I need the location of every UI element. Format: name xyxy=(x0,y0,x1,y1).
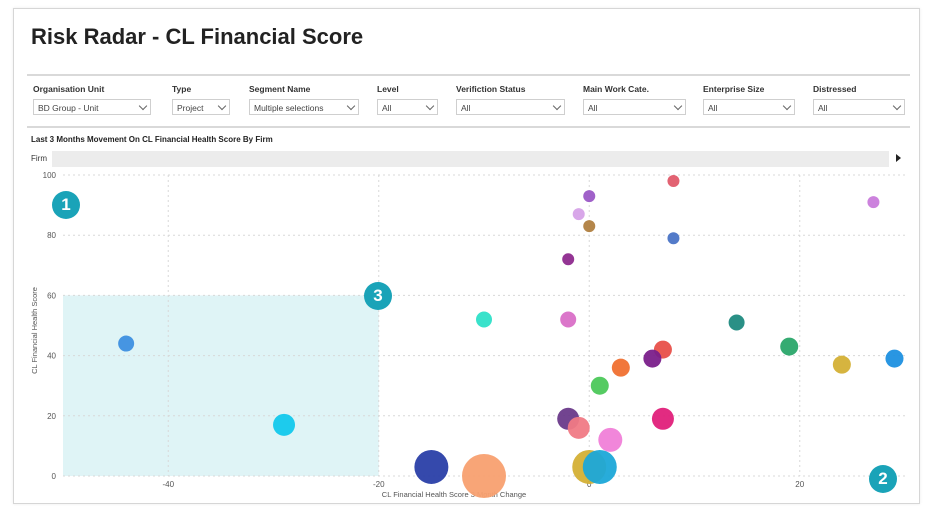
data-point xyxy=(572,208,585,221)
data-point xyxy=(667,175,680,188)
data-point xyxy=(832,355,851,374)
callout-badge-2: 2 xyxy=(869,465,897,493)
y-tick-label: 20 xyxy=(47,412,56,421)
data-point xyxy=(118,335,135,352)
y-axis-label: CL Financial Health Score xyxy=(30,287,39,374)
data-point xyxy=(583,220,596,233)
data-point xyxy=(582,449,617,484)
scatter-plot: 020406080100-40 -20 0 20CL Financial Health… xyxy=(30,171,905,499)
data-point xyxy=(667,232,680,245)
data-point xyxy=(476,311,492,328)
data-point xyxy=(462,454,506,498)
data-point xyxy=(414,449,449,484)
highlight-region xyxy=(63,295,379,476)
data-point xyxy=(583,190,596,203)
y-tick-label: 80 xyxy=(47,231,56,240)
data-point xyxy=(885,349,904,368)
data-point xyxy=(780,337,799,356)
data-point xyxy=(651,407,674,430)
y-tick-label: 0 xyxy=(52,472,57,481)
data-point xyxy=(643,349,662,368)
x-tick-label: -20 xyxy=(373,480,385,489)
x-axis-label: CL Financial Health Score 3 Month Change xyxy=(382,490,526,499)
y-tick-label: 60 xyxy=(47,291,56,300)
x-tick-label: -40 xyxy=(162,480,174,489)
callout-badge-3: 3 xyxy=(364,282,392,310)
data-point xyxy=(867,196,880,209)
data-point xyxy=(611,358,630,377)
data-point xyxy=(273,413,296,436)
data-point xyxy=(590,376,609,395)
data-point xyxy=(598,427,623,452)
data-point xyxy=(567,416,590,439)
callout-badge-1: 1 xyxy=(52,191,80,219)
data-point xyxy=(562,253,575,266)
x-tick-label: 20 xyxy=(795,480,804,489)
y-tick-label: 40 xyxy=(47,352,56,361)
data-point xyxy=(560,311,577,328)
y-tick-label: 100 xyxy=(43,171,57,180)
data-point xyxy=(728,314,745,331)
